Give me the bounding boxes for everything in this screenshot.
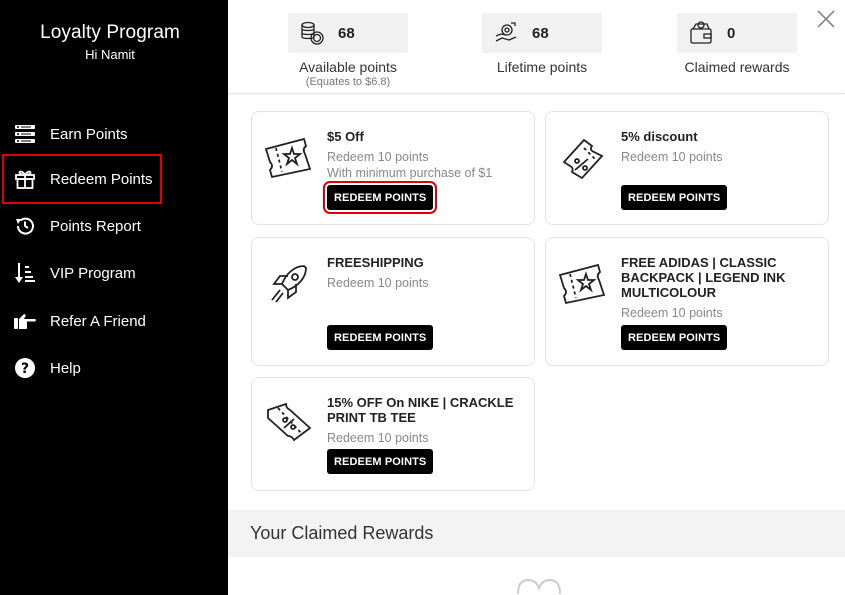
stat-box: 68 (482, 13, 602, 53)
reward-description: Redeem 10 points (621, 149, 816, 165)
stat-lifetime-points: 68 Lifetime points (482, 0, 602, 75)
reward-cost: Redeem 10 points (621, 150, 723, 164)
reward-cost: Redeem 10 points (327, 276, 429, 290)
history-icon (13, 214, 37, 238)
stat-box: 68 (288, 13, 408, 53)
earn-points-icon (13, 122, 37, 146)
reward-cost: Redeem 10 points (327, 431, 429, 445)
reward-card: 5% discount Redeem 10 points REDEEM POIN… (545, 111, 829, 225)
reward-card: $5 Off Redeem 10 points With minimum pur… (251, 111, 535, 225)
wallet-icon (687, 19, 715, 47)
reward-body: FREESHIPPING Redeem 10 points (327, 255, 522, 291)
reward-body: FREE ADIDAS | CLASSIC BACKPACK | LEGEND … (621, 255, 816, 321)
points-summary: 68 Available points (Equates to $6.8) 68… (228, 0, 845, 94)
reward-title: $5 Off (327, 129, 364, 144)
claimed-rewards-value: 0 (727, 24, 736, 42)
stat-box: 0 (677, 13, 797, 53)
brand: Loyalty Program Hi Namit (0, 22, 220, 62)
sidebar-item-earn-points[interactable]: Earn Points (4, 111, 160, 157)
empty-state-ribbon-icon (514, 574, 564, 595)
reward-description: Redeem 10 points With minimum purchase o… (327, 149, 522, 181)
sidebar-item-vip-program[interactable]: VIP Program (4, 250, 160, 296)
sort-order-icon (13, 261, 37, 285)
claimed-rewards-header: Your Claimed Rewards (228, 510, 845, 557)
sidebar-item-refer-a-friend[interactable]: Refer A Friend (4, 298, 160, 344)
question-circle-icon: ? (13, 356, 37, 380)
redeem-points-button[interactable]: REDEEM POINTS (621, 185, 728, 210)
reward-cost: Redeem 10 points (327, 150, 429, 164)
redeem-points-button[interactable]: REDEEM POINTS (322, 181, 438, 214)
gift-icon (13, 167, 37, 191)
loyalty-app: Loyalty Program Hi Namit Earn Points Red… (0, 0, 845, 595)
reward-description: Redeem 10 points (327, 275, 522, 291)
ticket-star-icon (264, 132, 314, 182)
sidebar-greeting: Hi Namit (85, 47, 135, 62)
reward-description: Redeem 10 points (621, 305, 816, 321)
available-points-label: Available points (299, 59, 397, 75)
percent-coupon-icon (264, 398, 314, 448)
sidebar-title: Loyalty Program (40, 22, 180, 43)
lifetime-points-label: Lifetime points (496, 59, 588, 75)
reward-card: FREE ADIDAS | CLASSIC BACKPACK | LEGEND … (545, 237, 829, 366)
sidebar-item-label: Earn Points (50, 125, 128, 143)
reward-title: FREESHIPPING (327, 255, 424, 270)
available-points-value: 68 (338, 24, 355, 42)
reward-title: 5% discount (621, 129, 698, 144)
ticket-star-icon (558, 258, 608, 308)
claimed-rewards-label: Claimed rewards (684, 59, 790, 75)
sidebar-item-points-report[interactable]: Points Report (4, 203, 160, 249)
reward-card: FREESHIPPING Redeem 10 points REDEEM POI… (251, 237, 535, 366)
sidebar-item-label: Refer A Friend (50, 312, 146, 330)
reward-title: FREE ADIDAS | CLASSIC BACKPACK | LEGEND … (621, 255, 786, 300)
redeem-points-button[interactable]: REDEEM POINTS (621, 325, 728, 350)
redeem-points-button[interactable]: REDEEM POINTS (327, 449, 434, 474)
close-icon[interactable] (815, 8, 839, 32)
stat-claimed-rewards: 0 Claimed rewards (677, 0, 797, 75)
reward-body: 15% OFF On NIKE | CRACKLE PRINT TB TEE R… (327, 395, 522, 446)
sidebar-item-label: VIP Program (50, 264, 136, 282)
stat-available-points: 68 Available points (Equates to $6.8) (288, 0, 408, 88)
sidebar-item-help[interactable]: ? Help (4, 345, 160, 391)
reward-body: 5% discount Redeem 10 points (621, 129, 816, 165)
lifetime-points-value: 68 (532, 24, 549, 42)
sidebar-item-redeem-points[interactable]: Redeem Points (2, 154, 162, 204)
reward-card: 15% OFF On NIKE | CRACKLE PRINT TB TEE R… (251, 377, 535, 491)
reward-condition: With minimum purchase of $1 (327, 166, 493, 180)
reward-cost: Redeem 10 points (621, 306, 723, 320)
sidebar-item-label: Help (50, 359, 81, 377)
reward-description: Redeem 10 points (327, 430, 522, 446)
sidebar-item-label: Redeem Points (50, 170, 153, 188)
redeem-points-button[interactable]: REDEEM POINTS (327, 325, 434, 350)
sidebar-item-label: Points Report (50, 217, 141, 235)
hand-coin-icon (492, 19, 520, 47)
reward-body: $5 Off Redeem 10 points With minimum pur… (327, 129, 522, 181)
available-points-equivalent: (Equates to $6.8) (305, 76, 391, 88)
pointing-hand-icon (13, 309, 37, 333)
reward-title: 15% OFF On NIKE | CRACKLE PRINT TB TEE (327, 395, 514, 425)
svg-text:?: ? (21, 361, 29, 377)
rocket-icon (264, 258, 314, 308)
claimed-rewards-title: Your Claimed Rewards (250, 523, 434, 543)
sidebar: Loyalty Program Hi Namit Earn Points Red… (0, 0, 228, 595)
percent-coupon-icon (558, 132, 608, 182)
coins-icon (298, 19, 326, 47)
